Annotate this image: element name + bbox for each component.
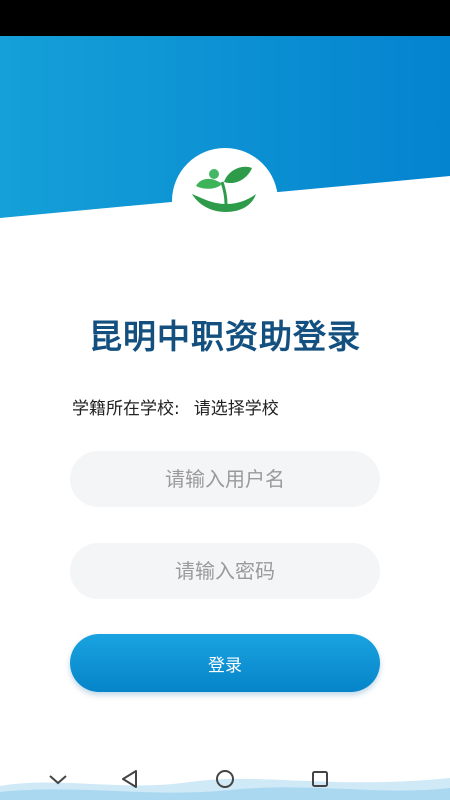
school-select-value[interactable]: 请选择学校 <box>194 399 279 419</box>
password-input[interactable] <box>70 543 380 599</box>
login-screen: 昆明中职资助登录 学籍所在学校: 请选择学校 登录 <box>0 0 450 800</box>
login-button[interactable]: 登录 <box>70 634 380 692</box>
back-triangle-icon[interactable] <box>117 766 143 792</box>
page-title: 昆明中职资助登录 <box>89 317 361 356</box>
home-circle-icon[interactable] <box>212 766 238 792</box>
recent-square-icon[interactable] <box>307 766 333 792</box>
school-label: 学籍所在学校: <box>72 399 180 419</box>
app-logo-icon <box>192 166 256 212</box>
chevron-down-icon[interactable] <box>45 766 71 792</box>
status-bar <box>0 0 450 36</box>
username-input[interactable] <box>70 451 380 507</box>
school-selector[interactable]: 学籍所在学校: 请选择学校 <box>72 394 279 419</box>
